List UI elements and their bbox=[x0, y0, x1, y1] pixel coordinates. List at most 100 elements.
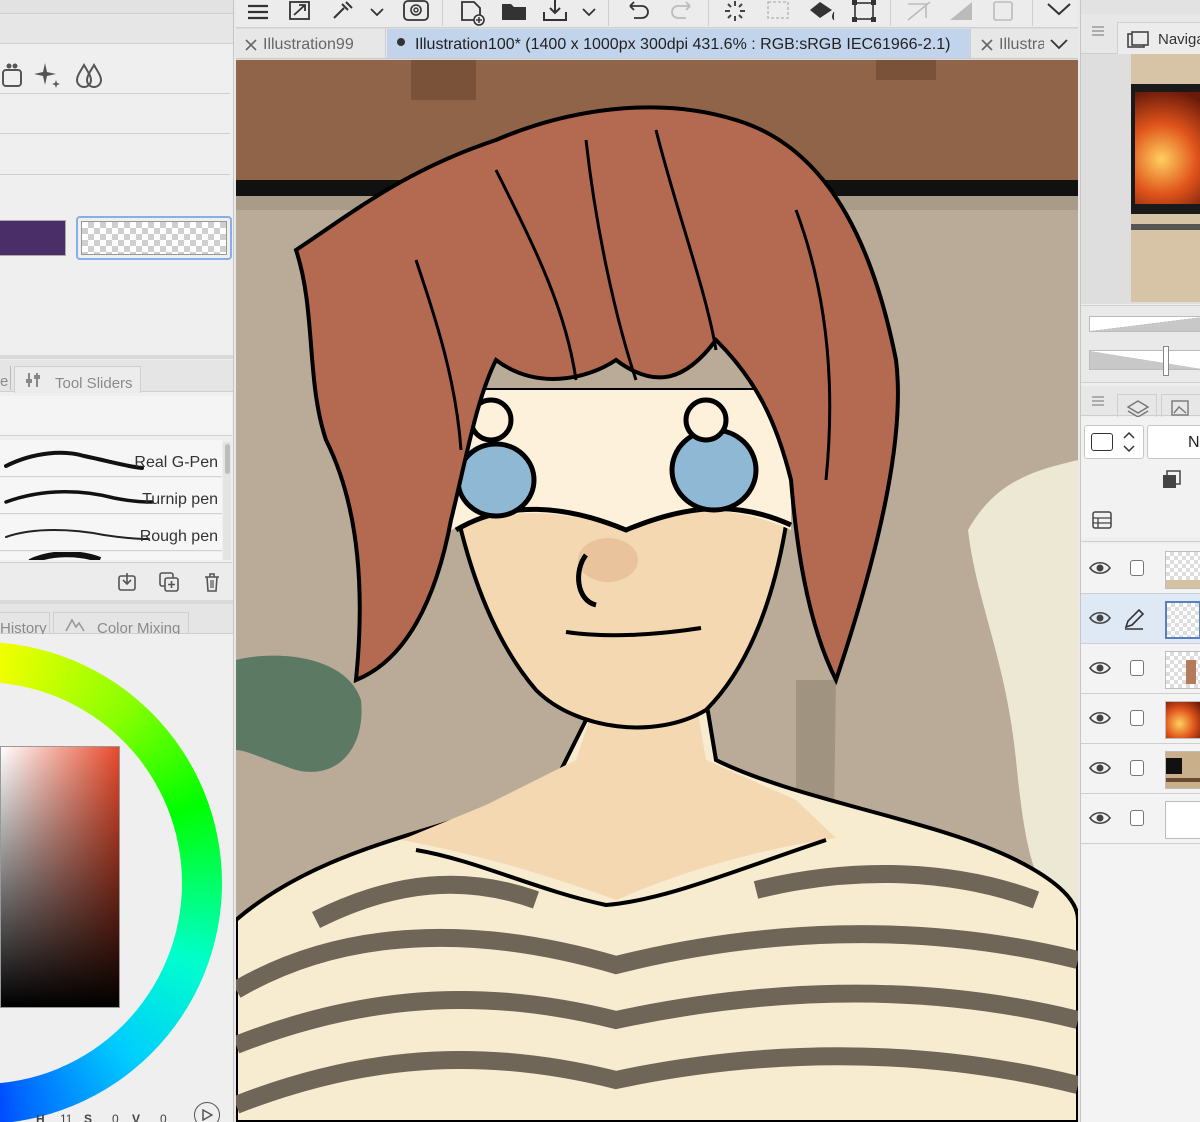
tab-history[interactable]: History bbox=[0, 612, 50, 637]
chevron-down-icon[interactable] bbox=[1044, 0, 1074, 22]
chevron-down-icon[interactable] bbox=[580, 4, 598, 22]
sub-color-swatch[interactable] bbox=[76, 216, 232, 260]
chevron-down-icon[interactable] bbox=[368, 4, 386, 22]
blend-mode-select[interactable]: N bbox=[1147, 425, 1200, 459]
document-tab-active[interactable]: Illustration100* (1400 x 1000px 300dpi 4… bbox=[387, 29, 971, 58]
layer-row[interactable] bbox=[1081, 744, 1200, 794]
main-color-swatch[interactable] bbox=[0, 220, 66, 256]
layer-lock-checkbox[interactable] bbox=[1130, 810, 1144, 826]
layer-thumbnail bbox=[1165, 651, 1200, 689]
layer-row[interactable] bbox=[1081, 794, 1200, 844]
hide-selection-icon[interactable] bbox=[904, 0, 934, 22]
fill-icon[interactable] bbox=[806, 0, 838, 22]
sub-tool-tabbar: e Tool Sliders bbox=[0, 360, 233, 393]
toolbar-divider bbox=[608, 0, 609, 26]
v-value: 0 bbox=[160, 1112, 167, 1122]
brush-actions-bar bbox=[0, 562, 232, 600]
chevron-down-icon[interactable] bbox=[1048, 37, 1070, 53]
new-file-icon[interactable] bbox=[458, 0, 488, 26]
clear-selection-icon[interactable] bbox=[764, 0, 794, 22]
menu-icon[interactable] bbox=[1091, 394, 1105, 408]
toolbar-divider bbox=[1032, 0, 1033, 26]
layer-row[interactable] bbox=[1081, 544, 1200, 594]
list-item[interactable]: Real G-Pen bbox=[0, 440, 222, 477]
trash-icon[interactable] bbox=[201, 571, 223, 593]
ruler-icon[interactable] bbox=[988, 0, 1018, 22]
color-wheel-panel: H 11 S 0 V 0 bbox=[0, 634, 233, 1122]
transform-icon[interactable] bbox=[850, 0, 880, 22]
layer-lock-checkbox[interactable] bbox=[1130, 560, 1144, 576]
layer-color-select[interactable] bbox=[1084, 425, 1144, 459]
save-icon[interactable] bbox=[540, 0, 570, 22]
tab-color-mixing[interactable]: Color Mixing bbox=[53, 612, 189, 637]
rotate-slider[interactable] bbox=[1089, 350, 1200, 370]
drawing-canvas[interactable] bbox=[236, 60, 1078, 1122]
right-panel: Naviga N bbox=[1080, 0, 1200, 1122]
layer-lock-checkbox[interactable] bbox=[1130, 760, 1144, 776]
menu-icon[interactable] bbox=[246, 2, 270, 22]
gradient-icon[interactable] bbox=[946, 0, 976, 22]
tab-navigator[interactable]: Naviga bbox=[1117, 22, 1200, 54]
tab-layer-property[interactable] bbox=[1161, 394, 1200, 418]
eyedropper-icon[interactable] bbox=[330, 0, 354, 22]
loading-icon[interactable] bbox=[720, 0, 750, 22]
tab-tool-sliders[interactable]: Tool Sliders bbox=[14, 366, 141, 393]
divider bbox=[0, 133, 230, 134]
layer-lock-checkbox[interactable] bbox=[1130, 710, 1144, 726]
tab-layers[interactable] bbox=[1117, 394, 1157, 418]
unsaved-dot-icon bbox=[397, 38, 405, 46]
list-item[interactable]: Turnip pen bbox=[0, 478, 222, 514]
list-item[interactable]: Rough pen bbox=[0, 515, 222, 551]
menu-icon[interactable] bbox=[1091, 24, 1105, 38]
open-folder-icon[interactable] bbox=[500, 0, 530, 22]
layer-row[interactable] bbox=[1081, 694, 1200, 744]
redo-icon[interactable] bbox=[666, 0, 696, 22]
sparkle-icon[interactable] bbox=[32, 58, 64, 92]
eye-icon[interactable] bbox=[1089, 610, 1111, 626]
list-item[interactable] bbox=[0, 552, 222, 560]
eye-icon[interactable] bbox=[1089, 560, 1111, 576]
brush-stroke-preview bbox=[28, 552, 102, 560]
eye-icon[interactable] bbox=[1089, 660, 1111, 676]
duplicate-icon[interactable] bbox=[158, 571, 180, 593]
bucket-icon[interactable] bbox=[0, 58, 26, 92]
pen-icon bbox=[1124, 608, 1145, 630]
undo-icon[interactable] bbox=[624, 0, 654, 22]
close-icon[interactable] bbox=[981, 39, 993, 51]
document-tab[interactable]: Illustra bbox=[972, 29, 1044, 58]
brush-name: Real G-Pen bbox=[134, 454, 218, 471]
s-label: S bbox=[84, 1112, 93, 1122]
color-box-icon bbox=[1091, 433, 1113, 451]
layer-controls: N bbox=[1081, 417, 1200, 537]
clip-layer-icon[interactable] bbox=[1161, 469, 1183, 491]
rotate-slider-thumb[interactable] bbox=[1163, 346, 1169, 376]
toolbar-divider bbox=[442, 0, 443, 26]
tab-tool-sliders-label: Tool Sliders bbox=[55, 375, 133, 392]
water-drops-icon[interactable] bbox=[72, 58, 106, 92]
layer-row[interactable] bbox=[1081, 644, 1200, 694]
navigator-sliders bbox=[1081, 305, 1200, 383]
download-icon[interactable] bbox=[116, 571, 138, 593]
zoom-slider[interactable] bbox=[1089, 316, 1200, 332]
layer-list-icon[interactable] bbox=[1091, 509, 1113, 531]
spiral-icon[interactable] bbox=[402, 0, 430, 22]
saturation-value-square[interactable] bbox=[0, 746, 120, 1008]
layer-lock-checkbox[interactable] bbox=[1130, 660, 1144, 676]
expand-canvas-icon[interactable] bbox=[288, 0, 312, 22]
document-tab-label: Illustration99 bbox=[263, 36, 354, 53]
layer-row-selected[interactable] bbox=[1081, 594, 1200, 644]
close-icon[interactable] bbox=[245, 39, 257, 51]
tab-partial[interactable]: e bbox=[0, 373, 8, 390]
eye-icon[interactable] bbox=[1089, 710, 1111, 726]
document-tab-label: Illustra bbox=[999, 36, 1044, 53]
color-tabbar: History Color Mixing bbox=[0, 604, 233, 637]
brush-list-scrollbar[interactable] bbox=[223, 442, 231, 560]
eye-icon[interactable] bbox=[1089, 810, 1111, 826]
document-tab[interactable]: Illustration99 bbox=[236, 29, 386, 58]
play-icon[interactable] bbox=[194, 1102, 220, 1122]
command-bar bbox=[236, 0, 1078, 28]
navigator-preview[interactable] bbox=[1081, 54, 1200, 304]
document-tabbar: Illustration99 Illustration100* (1400 x … bbox=[236, 29, 1078, 59]
eye-icon[interactable] bbox=[1089, 760, 1111, 776]
panel-splitter[interactable] bbox=[0, 355, 233, 359]
